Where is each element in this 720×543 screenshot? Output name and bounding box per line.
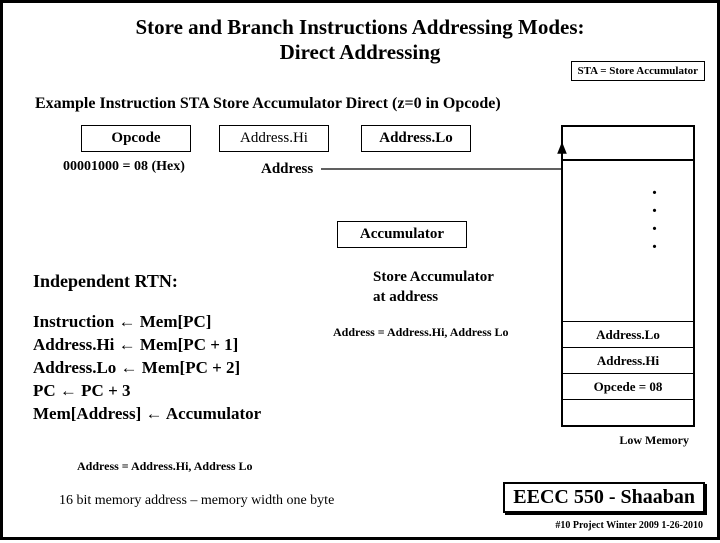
footer-meta-line: #10 Project Winter 2009 1-26-2010 [555, 520, 703, 531]
memory-cell-empty [563, 399, 693, 425]
memory-column: Address.Lo Address.Hi Opcede = 08 [561, 125, 695, 427]
rtn-title: Independent RTN: [33, 271, 178, 292]
rtn-line-2: Address.Hi ← Mem[PC + 1] [33, 334, 261, 357]
accumulator-box: Accumulator [337, 221, 467, 248]
sta-box: STA = Store Accumulator [571, 61, 705, 81]
addresslo-box: Address.Lo [361, 125, 471, 152]
address-eq-1: Address = Address.Hi, Address Lo [333, 325, 509, 340]
at-address-text: at address [373, 289, 438, 306]
opcode-box: Opcode [81, 125, 191, 152]
rtn-line-1: Instruction ← Mem[PC] [33, 311, 261, 334]
rtn-line-4: PC ← PC + 3 [33, 380, 261, 403]
footer-course-box: EECC 550 - Shaaban [503, 482, 705, 513]
hex-line: 00001000 = 08 (Hex) [63, 159, 185, 175]
memory-cell-opcede: Opcede = 08 [563, 373, 693, 399]
mem-width-text: 16 bit memory address – memory width one… [59, 493, 334, 509]
low-memory-label: Low Memory [619, 433, 689, 448]
memory-dots: .... [652, 179, 657, 251]
rtn-line-3: Address.Lo ← Mem[PC + 2] [33, 357, 261, 380]
address-eq-2: Address = Address.Hi, Address Lo [77, 459, 253, 474]
store-accum-text: Store Accumulator [373, 269, 494, 286]
rtn-line-5: Mem[Address] ← Accumulator [33, 403, 261, 426]
memory-gap [563, 161, 693, 321]
rtn-block: Instruction ← Mem[PC] Address.Hi ← Mem[P… [33, 311, 261, 426]
example-line: Example Instruction STA Store Accumulato… [35, 95, 501, 113]
title-line1: Store and Branch Instructions Addressing… [3, 15, 717, 40]
memory-cell-addrlo: Address.Lo [563, 321, 693, 347]
address-label: Address [261, 161, 313, 178]
addresshi-box: Address.Hi [219, 125, 329, 152]
memory-top-cell [563, 127, 693, 161]
memory-cell-addrhi: Address.Hi [563, 347, 693, 373]
